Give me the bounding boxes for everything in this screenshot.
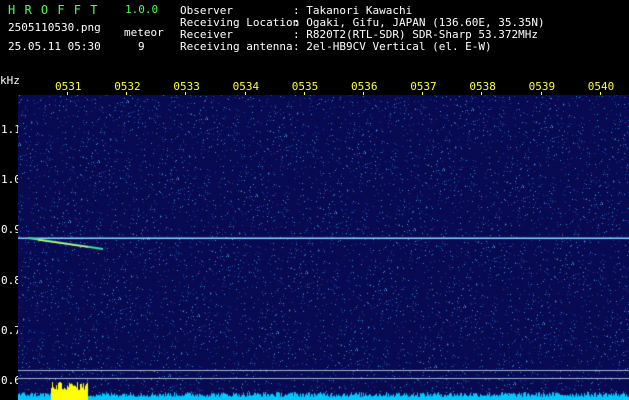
hrofft-window: H R O F F T 1.0.0 2505110530.png 25.05.1… (0, 0, 629, 400)
time-tick-label: 0539 (528, 80, 556, 93)
time-tick-label: 0532 (114, 80, 141, 93)
y-unit-label: kHz (0, 74, 20, 87)
meteor-count: 9 (138, 40, 145, 53)
datetime: 25.05.11 05:30 (8, 40, 101, 53)
spectrogram (18, 95, 629, 400)
time-tick-label: 0537 (410, 80, 437, 93)
time-tick-label: 0531 (55, 80, 82, 93)
app-name: H R O F F T (8, 3, 99, 17)
antenna-label: Receiving antenna (180, 40, 293, 53)
time-tick-label: 0535 (291, 80, 319, 93)
time-tick-label: 0536 (351, 80, 378, 93)
spectrogram-canvas (18, 95, 629, 400)
time-tick-label: 0534 (232, 80, 260, 93)
time-tick-label: 0538 (469, 80, 496, 93)
time-tick-label: 0540 (587, 80, 615, 93)
meteor-label: meteor (124, 26, 164, 39)
antenna-value: : 2el-HB9CV Vertical (el. E-W) (293, 40, 492, 53)
time-tick-label: 0533 (173, 80, 200, 93)
filename: 2505110530.png (8, 21, 101, 34)
app-version: 1.0.0 (125, 3, 159, 16)
